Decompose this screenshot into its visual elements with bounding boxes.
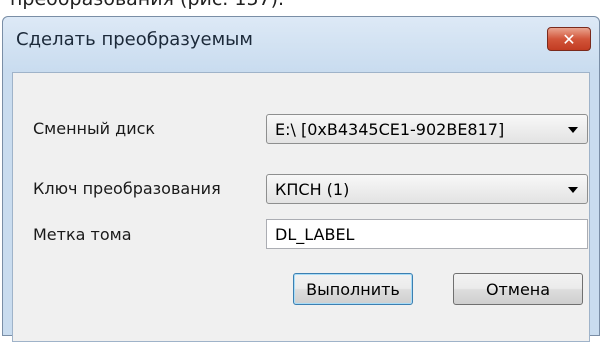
cancel-button[interactable]: Отмена bbox=[453, 273, 583, 305]
chevron-down-icon bbox=[568, 127, 578, 133]
transform-key-select[interactable]: КПСН (1) bbox=[266, 174, 588, 204]
removable-disk-label: Сменный диск bbox=[33, 119, 156, 138]
dialog-content: Сменный диск E:\ [0xB4345CE1-902BE817] К… bbox=[12, 72, 590, 342]
volume-label-value: DL_LABEL bbox=[275, 225, 355, 244]
removable-disk-select[interactable]: E:\ [0xB4345CE1-902BE817] bbox=[266, 114, 588, 144]
close-button[interactable]: ✕ bbox=[547, 27, 591, 51]
transform-key-label: Ключ преобразования bbox=[33, 179, 221, 198]
volume-label-input[interactable]: DL_LABEL bbox=[266, 219, 588, 249]
document-text-fragment: преобразования (рис. 157). bbox=[10, 0, 284, 10]
transform-key-value: КПСН (1) bbox=[275, 180, 350, 199]
execute-button[interactable]: Выполнить bbox=[293, 273, 413, 305]
dialog-titlebar[interactable]: Сделать преобразуемым ✕ bbox=[3, 17, 599, 71]
dialog-window: Сделать преобразуемым ✕ Сменный диск E:\… bbox=[2, 16, 600, 342]
dialog-title: Сделать преобразуемым bbox=[16, 29, 253, 50]
removable-disk-value: E:\ [0xB4345CE1-902BE817] bbox=[275, 120, 505, 139]
volume-label-label: Метка тома bbox=[33, 225, 132, 244]
chevron-down-icon bbox=[568, 187, 578, 193]
close-icon: ✕ bbox=[562, 29, 576, 49]
